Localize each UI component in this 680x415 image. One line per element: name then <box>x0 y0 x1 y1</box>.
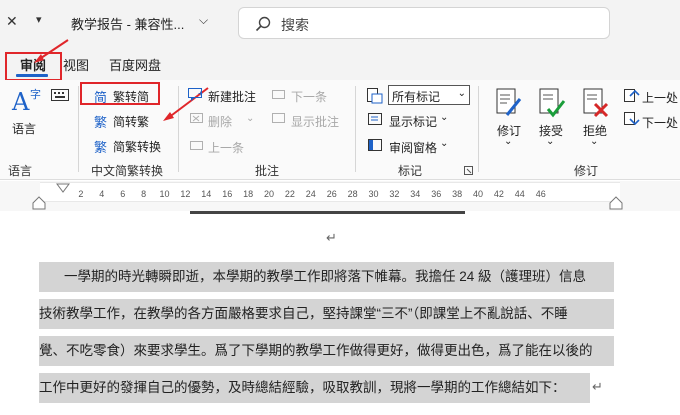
group-label-tracking: 标记 <box>398 164 423 178</box>
review-pane-icon <box>368 139 382 151</box>
ruler-tick-label: 26 <box>326 189 337 199</box>
simp-trad-convert-button[interactable]: 简繁转换 <box>113 138 161 155</box>
show-markup-dropdown-icon[interactable]: ⌄ <box>440 112 448 123</box>
ruler-tick-label: 44 <box>514 189 525 199</box>
new-comment-button[interactable]: 新建批注 <box>208 88 256 105</box>
previous-change-icon <box>624 89 640 102</box>
group-label-conversion: 中文简繁转换 <box>91 164 164 178</box>
search-box[interactable]: 搜索 <box>238 7 610 39</box>
previous-page-text-fragment <box>190 211 465 214</box>
accept-dropdown-icon[interactable]: ⌄ <box>546 136 554 147</box>
left-indent-marker[interactable] <box>32 196 46 210</box>
ruler-tick-label: 18 <box>243 189 254 199</box>
trad-to-simp-icon: 简 <box>94 90 108 105</box>
group-label-comments: 批注 <box>255 164 280 178</box>
ruler-tick-label: 30 <box>368 189 379 199</box>
ruler-tick-label: 10 <box>159 189 170 199</box>
markup-display-icon <box>367 88 383 104</box>
previous-comment-icon <box>190 141 203 150</box>
ruler-tick-label: 34 <box>410 189 421 199</box>
language-button[interactable]: 语言 <box>12 120 36 137</box>
ribbon-separator <box>355 86 356 172</box>
group-label-language: 语言 <box>8 164 33 178</box>
ruler-tick-label: 42 <box>493 189 504 199</box>
ruler-tick-label: 20 <box>264 189 275 199</box>
group-label-revision: 修订 <box>574 164 599 178</box>
chevron-down-icon: ⌄ <box>457 88 466 99</box>
document-line[interactable]: 覺、不吃零食）來要求學生。爲了下學期的教學工作做得更好，做得更出色，爲了能在以後… <box>39 336 614 366</box>
svg-text:+: + <box>198 89 203 98</box>
search-icon <box>255 16 271 32</box>
ribbon-separator <box>478 86 479 172</box>
ruler-tick-label: 22 <box>284 189 295 199</box>
next-comment-icon <box>272 90 285 99</box>
delete-comment-button[interactable]: 删除 <box>208 113 232 130</box>
accept-change-icon <box>539 88 566 118</box>
next-change-button[interactable]: 下一处 <box>642 114 678 131</box>
document-title: 教学报告 - 兼容性... <box>71 17 185 32</box>
reject-change-icon <box>583 88 609 118</box>
ruler-tick-label: 2 <box>78 189 84 199</box>
previous-change-button[interactable]: 上一处 <box>642 89 678 106</box>
ruler-tick-label: 6 <box>120 189 126 199</box>
dialog-launcher-icon[interactable] <box>464 166 473 175</box>
simp-to-trad-icon: 繁 <box>94 115 108 130</box>
language-icon: A 字 <box>12 88 41 116</box>
review-pane-dropdown-icon[interactable]: ⌄ <box>440 138 448 149</box>
track-changes-dropdown-icon[interactable]: ⌄ <box>504 136 512 147</box>
ruler-tick-label: 8 <box>141 189 147 199</box>
ruler-tick-label: 28 <box>347 189 358 199</box>
reject-dropdown-icon[interactable]: ⌄ <box>590 136 598 147</box>
show-comments-button[interactable]: 显示批注 <box>291 113 339 130</box>
previous-comment-button[interactable]: 上一条 <box>208 139 244 156</box>
document-line[interactable]: 一學期的時光轉瞬即逝，本學期的教學工作即將落下帷幕。我擔任 24 級（護理班）信… <box>39 262 614 292</box>
next-comment-button[interactable]: 下一条 <box>291 88 327 105</box>
close-icon[interactable]: ✕ <box>6 13 18 30</box>
new-comment-icon: + <box>188 88 203 101</box>
show-comments-icon <box>272 113 285 123</box>
ruler-tick-label: 16 <box>222 189 233 199</box>
track-changes-icon <box>496 88 522 116</box>
first-line-indent-marker[interactable] <box>56 183 70 195</box>
search-label: 搜索 <box>281 17 309 33</box>
markup-select[interactable]: 所有标记 ⌄ <box>388 85 470 105</box>
document-line[interactable]: 工作中更好的發揮自己的優勢，及時總結經驗，吸取教訓，現將一學期的工作總結如下： <box>39 373 590 403</box>
keyboard-icon[interactable] <box>51 89 69 101</box>
ribbon-separator <box>78 86 79 172</box>
ruler-tick-label: 46 <box>535 189 546 199</box>
tab-baidu-netdisk[interactable]: 百度网盘 <box>109 55 161 74</box>
markup-select-value: 所有标记 <box>392 90 441 104</box>
delete-comment-icon <box>190 113 203 123</box>
empty-paragraph-mark: ↵ <box>326 230 337 245</box>
ribbon-separator <box>178 86 179 172</box>
ruler-tick-label: 40 <box>473 189 484 199</box>
paragraph-end-mark: ↵ <box>592 379 603 394</box>
show-markup-button[interactable]: 显示标记 <box>389 113 437 130</box>
ruler-tick-label: 12 <box>180 189 191 199</box>
show-markup-icon <box>368 113 382 125</box>
ruler-tick-label: 36 <box>431 189 442 199</box>
next-change-icon <box>624 112 640 126</box>
review-pane-button[interactable]: 审阅窗格 <box>389 139 437 156</box>
right-indent-marker[interactable] <box>609 196 623 210</box>
ruler-tick-label: 32 <box>389 189 400 199</box>
tab-review-annotation-box <box>5 52 62 81</box>
ruler-tick-label: 24 <box>305 189 316 199</box>
tab-view[interactable]: 视图 <box>63 55 89 74</box>
delete-dropdown-icon[interactable]: ⌄ <box>246 113 254 124</box>
document-line[interactable]: 技術教學工作，在教學的各方面嚴格要求自己，堅持課堂“三不”（即課堂上不亂說話、不… <box>39 299 614 329</box>
ruler-tick-label: 14 <box>201 189 212 199</box>
simp-to-trad-button[interactable]: 简转繁 <box>113 113 149 130</box>
simp-trad-convert-icon: 繁 <box>94 140 108 155</box>
trad-to-simp-button[interactable]: 繁转简 <box>113 88 149 105</box>
title-bar: ✕ ▾ 教学报告 - 兼容性... ⌵ 搜索 <box>0 0 680 46</box>
ruler-tick-label: 4 <box>99 189 105 199</box>
ruler-tick-label: 38 <box>452 189 463 199</box>
chevron-down-icon[interactable]: ⌵ <box>199 13 208 28</box>
ribbon-tabs: 审阅 视图 百度网盘 <box>0 46 680 80</box>
quick-access-dropdown-icon[interactable]: ▾ <box>36 13 42 26</box>
